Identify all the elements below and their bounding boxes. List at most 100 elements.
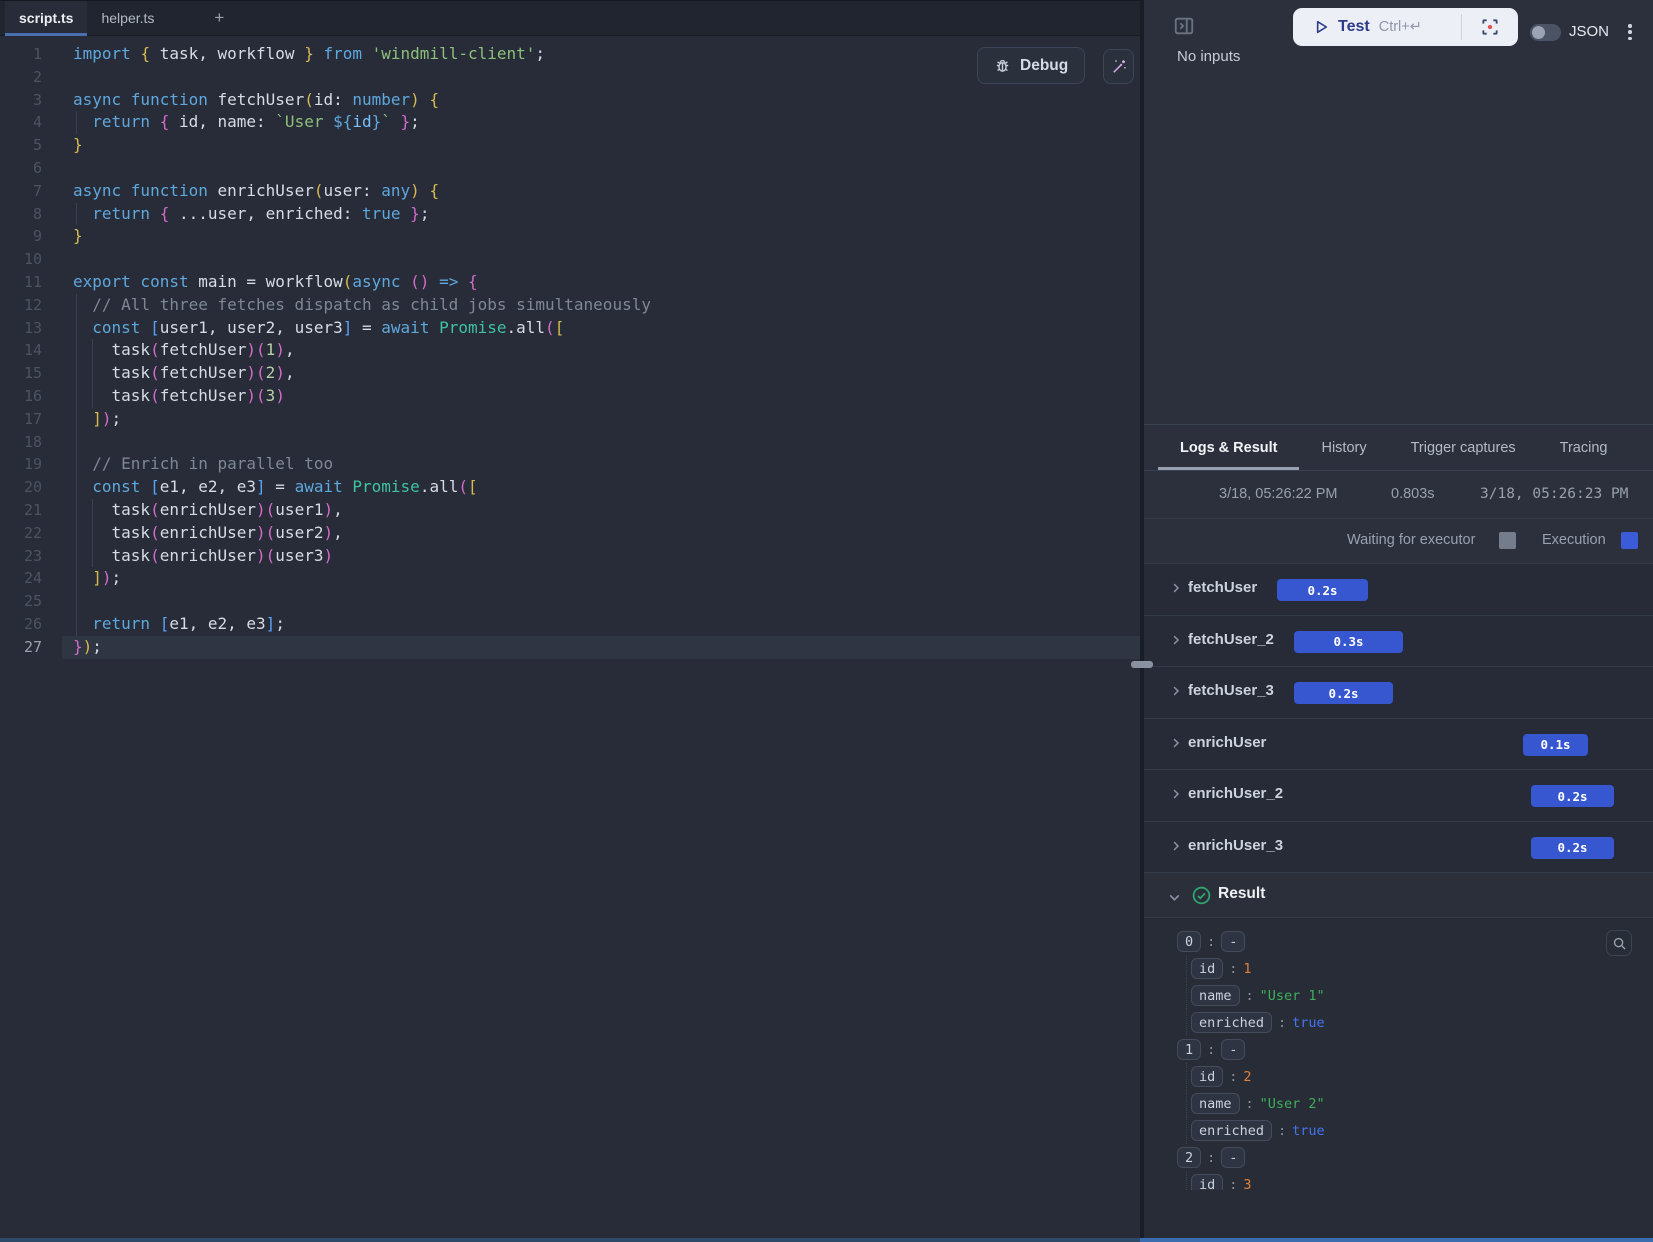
code-line-text <box>73 248 1140 271</box>
indent-guide <box>92 522 93 545</box>
tab-trigger-captures[interactable]: Trigger captures <box>1389 425 1538 470</box>
step-row-fetchUser_2[interactable]: fetchUser_20.3s <box>1144 615 1653 667</box>
debug-label: Debug <box>1020 57 1068 75</box>
code-line[interactable]: 21 task(enrichUser)(user1), <box>0 499 1140 522</box>
editor-tab-helper.ts[interactable]: helper.ts <box>87 1 168 35</box>
code-line-text: return { id, name: `User ${id}` }; <box>73 111 1140 134</box>
result-json-viewer: 0:-id:1name:"User 1"enriched:true1:-id:2… <box>1144 917 1653 1240</box>
code-line[interactable]: 24 ]); <box>0 567 1140 590</box>
line-number: 11 <box>0 271 73 294</box>
step-name: fetchUser_3 <box>1188 682 1274 699</box>
code-line[interactable]: 22 task(enrichUser)(user2), <box>0 522 1140 545</box>
code-line[interactable]: 17 ]); <box>0 408 1140 431</box>
line-number: 8 <box>0 203 73 226</box>
bug-icon <box>994 57 1011 74</box>
collapse-panel-icon[interactable] <box>1173 15 1195 37</box>
code-line[interactable]: 10 <box>0 248 1140 271</box>
code-line[interactable]: 19 // Enrich in parallel too <box>0 453 1140 476</box>
splitter-grip-handle[interactable] <box>1131 661 1153 668</box>
code-line[interactable]: 6 <box>0 157 1140 180</box>
json-value: true <box>1292 1015 1325 1031</box>
step-row-fetchUser_3[interactable]: fetchUser_30.2s <box>1144 666 1653 718</box>
code-line[interactable]: 16 task(fetchUser)(3) <box>0 385 1140 408</box>
code-line[interactable]: 5} <box>0 134 1140 157</box>
json-key-chip[interactable]: enriched <box>1191 1012 1272 1033</box>
test-button[interactable]: Test Ctrl+↵ <box>1293 18 1461 36</box>
indent-guide <box>76 453 77 476</box>
test-run-panel: No inputs Test Ctrl+↵ <box>1144 0 1653 1238</box>
code-line[interactable]: 4 return { id, name: `User ${id}` }; <box>0 111 1140 134</box>
tab-tracing[interactable]: Tracing <box>1538 425 1630 470</box>
code-line[interactable]: 11export const main = workflow(async () … <box>0 271 1140 294</box>
code-line[interactable]: 12 // All three fetches dispatch as chil… <box>0 294 1140 317</box>
step-row-enrichUser_2[interactable]: enrichUser_20.2s <box>1144 769 1653 821</box>
code-line[interactable]: 14 task(fetchUser)(1), <box>0 339 1140 362</box>
code-line[interactable]: 9} <box>0 225 1140 248</box>
json-key-chip[interactable]: 2 <box>1177 1147 1201 1168</box>
code-line[interactable]: 15 task(fetchUser)(2), <box>0 362 1140 385</box>
indent-guide <box>76 522 77 545</box>
code-line[interactable]: 26 return [e1, e2, e3]; <box>0 613 1140 636</box>
collapse-toggle-chip[interactable]: - <box>1221 931 1245 952</box>
code-line[interactable]: 18 <box>0 431 1140 454</box>
legend-execution-swatch <box>1621 532 1638 549</box>
json-key-chip[interactable]: enriched <box>1191 1120 1272 1141</box>
json-key-chip[interactable]: name <box>1191 985 1240 1006</box>
search-result-button[interactable] <box>1606 930 1632 956</box>
json-row-enriched: enriched:true <box>1144 1009 1653 1036</box>
code-area[interactable]: 1import { task, workflow } from 'windmil… <box>0 36 1140 659</box>
code-line[interactable]: 2 <box>0 66 1140 89</box>
json-toggle[interactable] <box>1530 24 1561 41</box>
chevron-down-icon <box>1168 891 1181 904</box>
code-editor-panel: script.tshelper.ts + 1import { task, work… <box>0 0 1140 1238</box>
code-line[interactable]: 23 task(enrichUser)(user3) <box>0 545 1140 568</box>
code-line[interactable]: 25 <box>0 590 1140 613</box>
step-duration-bar: 0.1s <box>1523 734 1588 756</box>
code-line[interactable]: 3async function fetchUser(id: number) { <box>0 89 1140 112</box>
code-line-text: task(enrichUser)(user1), <box>73 499 1140 522</box>
tab-logs-result[interactable]: Logs & Result <box>1158 425 1299 470</box>
code-line-text: task(fetchUser)(3) <box>73 385 1140 408</box>
code-line[interactable]: 8 return { ...user, enriched: true }; <box>0 203 1140 226</box>
line-number: 16 <box>0 385 73 408</box>
json-key-chip[interactable]: 0 <box>1177 931 1201 952</box>
code-line-text: export const main = workflow(async () =>… <box>73 271 1140 294</box>
debug-button[interactable]: Debug <box>977 47 1085 84</box>
json-key-chip[interactable]: id <box>1191 958 1223 979</box>
line-number: 27 <box>0 636 73 659</box>
chevron-right-icon <box>1170 737 1182 749</box>
step-name: fetchUser_2 <box>1188 631 1274 648</box>
success-check-icon <box>1191 885 1212 906</box>
code-line[interactable]: 13 const [user1, user2, user3] = await P… <box>0 317 1140 340</box>
result-section-header[interactable]: Result <box>1144 872 1653 917</box>
step-name: fetchUser <box>1188 579 1257 596</box>
tab-history[interactable]: History <box>1299 425 1388 470</box>
code-line[interactable]: 20 const [e1, e2, e3] = await Promise.al… <box>0 476 1140 499</box>
line-number: 23 <box>0 545 73 568</box>
code-line[interactable]: 7async function enrichUser(user: any) { <box>0 180 1140 203</box>
code-line[interactable]: 27}); <box>0 636 1140 659</box>
step-row-enrichUser[interactable]: enrichUser 0.1s <box>1144 718 1653 770</box>
editor-tab-script.ts[interactable]: script.ts <box>5 1 87 35</box>
code-line-text <box>73 431 1140 454</box>
ai-wand-button[interactable] <box>1103 49 1134 84</box>
new-tab-button[interactable]: + <box>196 1 242 35</box>
json-key-chip[interactable]: id <box>1191 1174 1223 1190</box>
capture-button[interactable] <box>1462 8 1518 46</box>
chevron-right-icon <box>1170 788 1182 800</box>
json-key-chip[interactable]: name <box>1191 1093 1240 1114</box>
step-row-enrichUser_3[interactable]: enrichUser_30.2s <box>1144 821 1653 873</box>
step-name: enrichUser <box>1188 734 1266 751</box>
more-options-icon[interactable] <box>1622 22 1638 42</box>
collapse-toggle-chip[interactable]: - <box>1221 1147 1245 1168</box>
json-key-chip[interactable]: 1 <box>1177 1039 1201 1060</box>
legend-execution-label: Execution <box>1542 532 1606 548</box>
code-line[interactable]: 1import { task, workflow } from 'windmil… <box>0 43 1140 66</box>
code-line-text: task(enrichUser)(user2), <box>73 522 1140 545</box>
collapse-toggle-chip[interactable]: - <box>1221 1039 1245 1060</box>
json-key-chip[interactable]: id <box>1191 1066 1223 1087</box>
step-row-fetchUser[interactable]: fetchUser0.2s <box>1144 563 1653 615</box>
indent-guide <box>76 431 77 454</box>
indent-guide <box>76 499 77 522</box>
json-row-2: 2:- <box>1144 1144 1653 1171</box>
